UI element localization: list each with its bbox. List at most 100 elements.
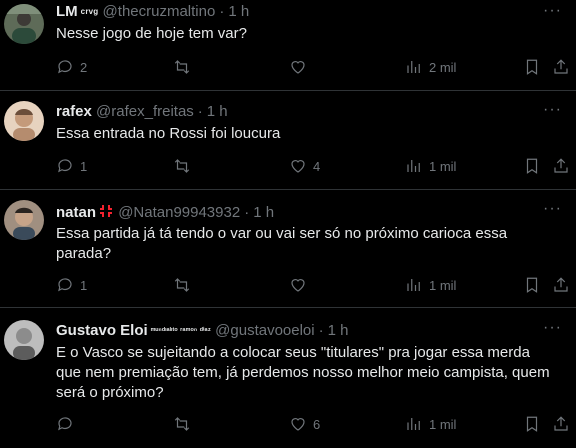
like-button[interactable] [289, 276, 313, 294]
tweet-header: natan @Natan99943932 · 1 h [56, 203, 274, 224]
like-icon [291, 279, 305, 292]
share-button[interactable] [552, 157, 570, 175]
display-name[interactable]: LM [56, 3, 78, 20]
share-button[interactable] [552, 276, 570, 294]
tweet-header: rafex @rafex_freitas · 1 h [56, 103, 228, 121]
more-icon[interactable]: ··· [543, 2, 562, 20]
tweet-actions: 6 1 mil [56, 415, 576, 435]
user-handle[interactable]: @rafex_freitas [96, 103, 194, 120]
views-icon [407, 279, 420, 291]
views-button[interactable]: 1 mil [405, 415, 456, 433]
avatar[interactable] [4, 320, 44, 360]
views-count: 1 mil [429, 277, 457, 293]
reply-count: 1 [80, 277, 88, 293]
tweet-text: Essa entrada no Rossi foi loucura [56, 125, 281, 142]
more-icon[interactable]: ··· [543, 319, 562, 337]
tweet-text: Nesse jogo de hoje tem var? [56, 25, 247, 42]
timestamp[interactable]: 1 h [228, 3, 249, 20]
reply-icon [58, 159, 72, 173]
reply-icon [58, 417, 72, 431]
reply-button[interactable]: 1 [56, 157, 87, 175]
reply-count: 2 [80, 59, 88, 75]
separator-dot: · [318, 322, 324, 339]
display-name[interactable]: natan [56, 204, 96, 221]
tweet-header: LM crvg @thecruzmaltino · 1 h [56, 3, 249, 21]
views-count: 2 mil [429, 59, 457, 75]
share-button[interactable] [552, 58, 570, 76]
views-icon [407, 418, 420, 430]
retweet-button[interactable] [173, 276, 197, 294]
name-tag: ᵐᵘⁿᵈᶦᵃˡᶦᵗᵒ ʳᵃᵐᵒⁿ ᵈⁱᵃᶻ [150, 326, 211, 335]
timestamp[interactable]: 1 h [207, 103, 228, 120]
name-tag: crvg [80, 7, 99, 16]
like-count: 6 [313, 416, 321, 432]
reply-count: 1 [80, 158, 88, 174]
retweet-icon [174, 60, 190, 74]
retweet-button[interactable] [173, 157, 197, 175]
tweet-actions: 1 4 1 mil [56, 157, 576, 177]
tweet[interactable]: rafex @rafex_freitas · 1 h ··· Essa entrad… [0, 91, 576, 190]
bookmark-icon [526, 277, 538, 293]
like-button[interactable]: 6 [289, 415, 320, 433]
retweet-button[interactable] [173, 415, 197, 433]
separator-dot: · [244, 204, 250, 221]
share-icon [554, 277, 568, 292]
reply-button[interactable]: 2 [56, 58, 87, 76]
display-name[interactable]: rafex [56, 103, 92, 120]
retweet-icon [174, 159, 190, 173]
reply-button[interactable]: 1 [56, 276, 87, 294]
retweet-button[interactable] [173, 58, 197, 76]
views-button[interactable]: 2 mil [405, 58, 456, 76]
bookmark-icon [526, 416, 538, 432]
share-icon [554, 416, 568, 431]
bookmark-button[interactable] [523, 157, 541, 175]
share-icon [554, 158, 568, 173]
display-name[interactable]: Gustavo Eloi [56, 322, 148, 339]
user-handle[interactable]: @thecruzmaltino [103, 3, 216, 20]
tweet-actions: 1 1 mil [56, 276, 576, 296]
views-button[interactable]: 1 mil [405, 276, 456, 294]
share-icon [554, 59, 568, 74]
reply-icon [58, 60, 72, 74]
avatar[interactable] [4, 200, 44, 240]
bookmark-icon [526, 158, 538, 174]
like-button[interactable]: 4 [289, 157, 320, 175]
user-handle[interactable]: @gustavooeloi [215, 322, 314, 339]
bookmark-button[interactable] [523, 58, 541, 76]
like-icon [291, 418, 305, 431]
separator-dot: · [197, 103, 203, 120]
tweet-text: Essa partida já tá tendo o var ou vai se… [56, 225, 508, 262]
share-button[interactable] [552, 415, 570, 433]
reply-icon [58, 278, 72, 292]
tweet-text: E o Vasco se sujeitando a colocar seus "… [56, 344, 550, 401]
like-button[interactable] [289, 58, 313, 76]
bookmark-button[interactable] [523, 276, 541, 294]
bookmark-icon [526, 59, 538, 75]
separator-dot: · [219, 3, 225, 20]
tweet[interactable]: LM crvg @thecruzmaltino · 1 h ··· Nesse jog… [0, 0, 576, 91]
tweet[interactable]: natan @Natan99943932 · 1 h ··· Essa partid… [0, 190, 576, 308]
views-button[interactable]: 1 mil [405, 157, 456, 175]
views-count: 1 mil [429, 158, 457, 174]
like-count: 4 [313, 158, 321, 174]
retweet-icon [174, 278, 190, 292]
user-handle[interactable]: @Natan99943932 [118, 204, 240, 221]
tweet-actions: 2 2 mil [56, 58, 576, 78]
views-icon [407, 61, 420, 73]
tweet-header: Gustavo Eloi ᵐᵘⁿᵈᶦᵃˡᶦᵗᵒ ʳᵃᵐᵒⁿ ᵈⁱᵃᶻ @gusta… [56, 322, 348, 340]
timestamp[interactable]: 1 h [328, 322, 349, 339]
more-icon[interactable]: ··· [543, 101, 562, 119]
avatar[interactable] [4, 101, 44, 141]
tweet[interactable]: Gustavo Eloi ᵐᵘⁿᵈᶦᵃˡᶦᵗᵒ ʳᵃᵐᵒⁿ ᵈⁱᵃᶻ @gusta… [0, 308, 576, 448]
like-icon [291, 61, 305, 74]
like-icon [291, 160, 305, 173]
avatar[interactable] [4, 4, 44, 44]
retweet-icon [174, 417, 190, 431]
timestamp[interactable]: 1 h [253, 204, 274, 221]
views-count: 1 mil [429, 416, 457, 432]
anger-emoji-icon [98, 203, 114, 224]
more-icon[interactable]: ··· [543, 200, 562, 218]
bookmark-button[interactable] [523, 415, 541, 433]
views-icon [407, 160, 420, 172]
reply-button[interactable] [56, 415, 80, 433]
